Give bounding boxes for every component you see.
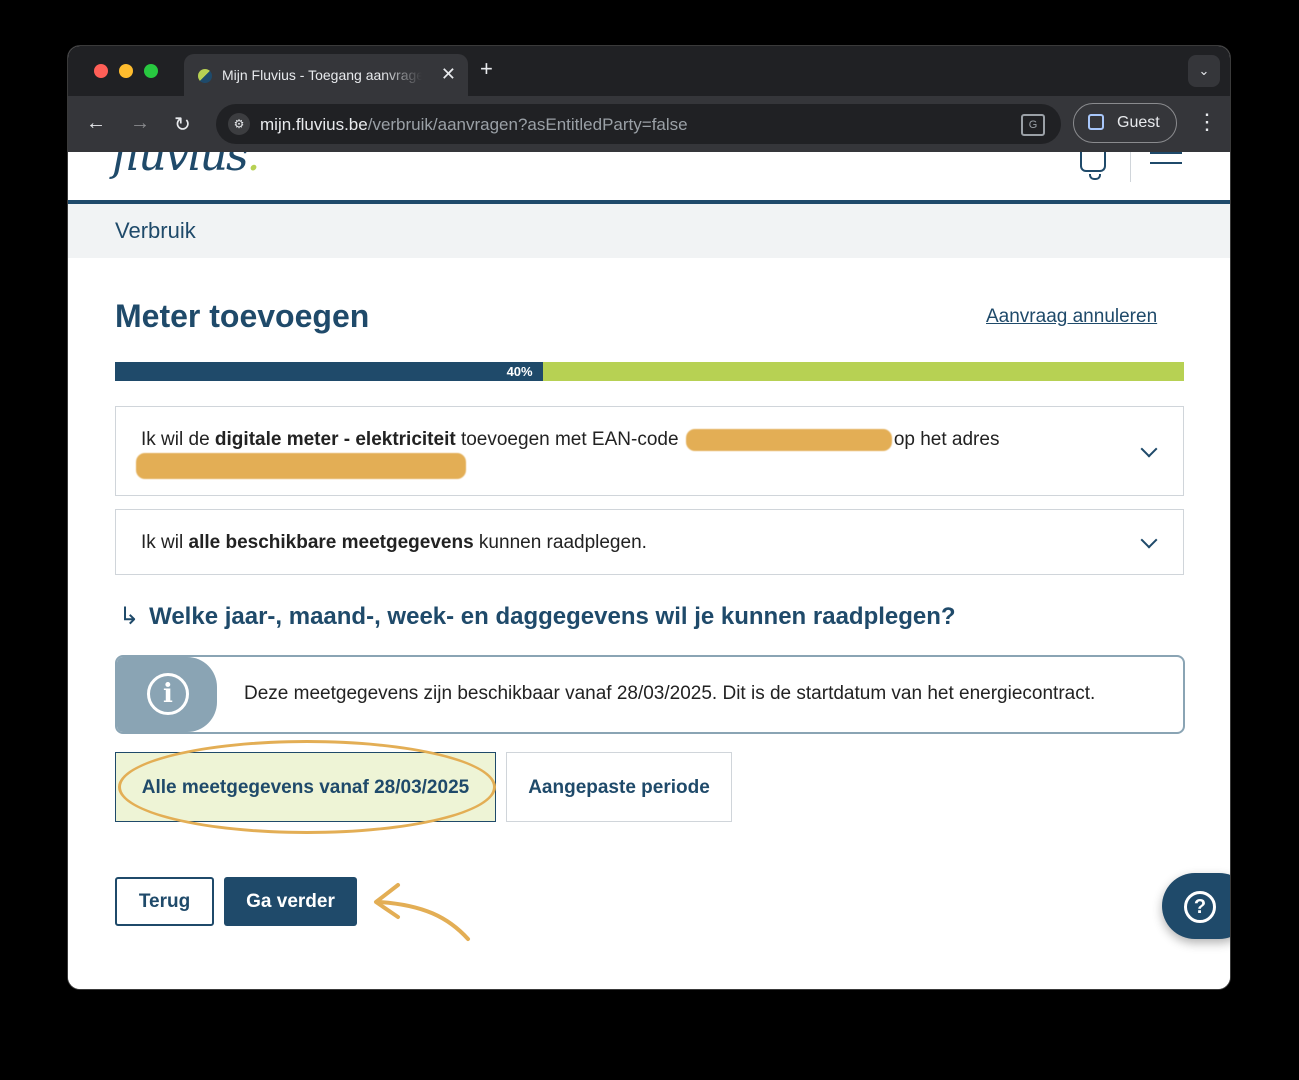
- summary-card-data[interactable]: Ik wil alle beschikbare meetgegevens kun…: [115, 509, 1184, 575]
- hamburger-menu-icon[interactable]: [1150, 152, 1182, 172]
- guest-profile-button[interactable]: Guest: [1073, 103, 1177, 143]
- progress-fill: 40%: [115, 362, 543, 381]
- redacted-ean-code: [685, 429, 892, 451]
- site-settings-icon[interactable]: ⚙: [228, 113, 250, 135]
- progress-bar: 40%: [115, 362, 1184, 381]
- translate-icon[interactable]: G: [1021, 114, 1045, 136]
- summary-text-meter: Ik wil de digitale meter - elektriciteit…: [141, 429, 1000, 451]
- annotation-arrow-icon: [374, 883, 470, 941]
- page-title: Meter toevoegen: [115, 298, 370, 334]
- new-tab-icon[interactable]: +: [480, 56, 493, 82]
- profile-icon: [1088, 114, 1104, 130]
- forward-arrow-icon[interactable]: →: [130, 112, 150, 135]
- site-header: fluvius.: [68, 152, 1230, 204]
- fluvius-favicon-icon: [198, 69, 212, 83]
- browser-window: Mijn Fluvius - Toegang aanvragen ✕ + ⌄ ←…: [68, 46, 1230, 989]
- browser-tab[interactable]: Mijn Fluvius - Toegang aanvragen ✕: [184, 54, 468, 96]
- maximize-window-button[interactable]: [144, 64, 158, 78]
- summary-text-data: Ik wil alle beschikbare meetgegevens kun…: [141, 532, 647, 553]
- back-arrow-icon[interactable]: ←: [86, 112, 106, 135]
- progress-label: 40%: [506, 364, 533, 379]
- continue-button[interactable]: Ga verder: [224, 877, 357, 926]
- address-bar[interactable]: ⚙ mijn.fluvius.be/verbruik/aanvragen?asE…: [216, 104, 1061, 144]
- header-divider: [1130, 152, 1131, 182]
- notifications-bell-icon[interactable]: [1080, 152, 1106, 172]
- info-message: i Deze meetgegevens zijn beschikbaar van…: [115, 655, 1185, 734]
- minimize-window-button[interactable]: [119, 64, 133, 78]
- bell-clapper: [1089, 174, 1101, 180]
- logo-text: fluvius: [112, 152, 249, 181]
- browser-menu-icon[interactable]: ⋮: [1196, 111, 1218, 133]
- cancel-request-link[interactable]: Aanvraag annuleren: [986, 306, 1157, 328]
- redacted-address: [136, 453, 466, 479]
- logo-dot: .: [246, 152, 261, 181]
- info-icon: i: [147, 673, 189, 715]
- browser-toolbar: ← → ↻ ⚙ mijn.fluvius.be/verbruik/aanvrag…: [68, 96, 1230, 152]
- web-page: fluvius. Verbruik Meter toevoegen Aanvra…: [68, 152, 1230, 989]
- option-custom-period-button[interactable]: Aangepaste periode: [506, 752, 732, 822]
- subdirectory-arrow-icon: ↳: [119, 603, 140, 630]
- chevron-down-icon[interactable]: [1140, 531, 1158, 549]
- url-path: /verbruik/aanvragen?asEntitledParty=fals…: [367, 115, 688, 134]
- question-mark-icon: ?: [1184, 891, 1216, 923]
- url-text[interactable]: mijn.fluvius.be/verbruik/aanvragen?asEnt…: [260, 115, 688, 135]
- reload-icon[interactable]: ↻: [174, 112, 191, 137]
- guest-label: Guest: [1117, 114, 1160, 131]
- summary-card-meter[interactable]: Ik wil de digitale meter - elektriciteit…: [115, 406, 1184, 496]
- annotation-highlight-ellipse: [118, 740, 496, 834]
- back-button[interactable]: Terug: [115, 877, 214, 926]
- help-button[interactable]: ?: [1162, 873, 1230, 939]
- section-title: Verbruik: [115, 218, 196, 243]
- section-bar: Verbruik: [68, 204, 1230, 258]
- chevron-down-icon[interactable]: [1140, 440, 1158, 458]
- close-window-button[interactable]: [94, 64, 108, 78]
- url-host: mijn.fluvius.be: [260, 115, 368, 134]
- tab-bar: Mijn Fluvius - Toegang aanvragen ✕ + ⌄: [68, 46, 1230, 96]
- info-side-panel: i: [117, 657, 217, 732]
- close-tab-icon[interactable]: ✕: [441, 64, 456, 85]
- fluvius-logo[interactable]: fluvius.: [112, 152, 261, 181]
- question-heading: ↳ Welke jaar-, maand-, week- en daggegeve…: [119, 603, 956, 630]
- info-text: Deze meetgegevens zijn beschikbaar vanaf…: [244, 683, 1096, 704]
- tab-search-chevron-down-icon[interactable]: ⌄: [1188, 55, 1220, 87]
- tab-title: Mijn Fluvius - Toegang aanvragen: [222, 67, 422, 83]
